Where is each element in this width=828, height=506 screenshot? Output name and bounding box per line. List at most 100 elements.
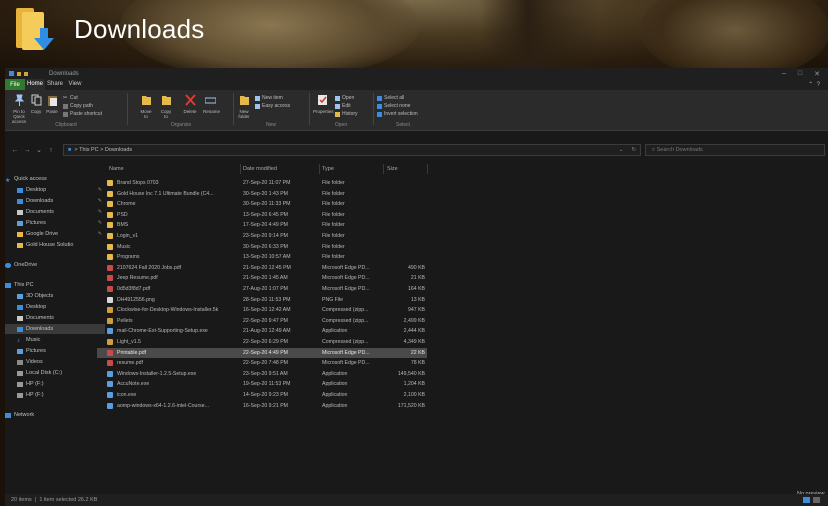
nav-pictures-pc[interactable]: Pictures <box>5 346 105 356</box>
file-row[interactable]: Gold House Inc 7.1 Ultimate Bundle (C4..… <box>97 189 427 199</box>
file-row[interactable]: 0d5d3f8d7.pdf 27-Aug-20 1:07 PM Microsoft … <box>97 284 427 294</box>
file-row[interactable]: Pellets 22-Sep-20 9:47 PM Compressed (zipp… <box>97 316 427 326</box>
file-row[interactable]: Brand Stops 0703 27-Sep-20 11:07 PM File f… <box>97 178 427 188</box>
nav-downloads-pc[interactable]: Downloads <box>5 324 105 334</box>
quick-toolbar-save-icon[interactable] <box>24 71 28 76</box>
maximize-icon[interactable]: □ <box>798 70 802 78</box>
column-header-name[interactable]: Name <box>109 166 124 172</box>
column-separator[interactable] <box>383 164 384 174</box>
nav-network[interactable]: Network <box>5 410 93 420</box>
recent-locations-icon[interactable]: ⌄ <box>33 146 45 154</box>
file-row[interactable]: Music 30-Sep-20 6:33 PM File folder <box>97 242 427 252</box>
select-all-button[interactable]: Select all <box>377 95 404 101</box>
nav-google-drive[interactable]: Google Drive ✎ <box>5 229 105 239</box>
nav-documents-pc[interactable]: Documents <box>5 313 105 323</box>
nav-onedrive[interactable]: OneDrive <box>5 260 93 270</box>
open-button[interactable]: Open <box>335 95 354 101</box>
column-header-size[interactable]: Size <box>387 166 398 172</box>
properties-button[interactable]: Properties <box>313 94 334 114</box>
title-bar[interactable]: Downloads – □ ✕ <box>5 68 828 79</box>
nav-documents[interactable]: Documents ✎ <box>5 207 105 217</box>
column-separator[interactable] <box>319 164 320 174</box>
new-folder-button[interactable]: New folder <box>237 94 251 119</box>
new-item-button[interactable]: New item <box>255 95 283 101</box>
close-icon[interactable]: ✕ <box>814 70 820 78</box>
refresh-icon[interactable]: ↻ <box>631 147 636 153</box>
nav-downloads[interactable]: Downloads ✎ <box>5 196 105 206</box>
file-type: File folder <box>322 211 345 218</box>
cut-button[interactable]: ✂ Cut <box>63 95 78 101</box>
nav-desktop[interactable]: Desktop ✎ <box>5 185 105 195</box>
nav-3d-objects[interactable]: 3D Objects <box>5 291 105 301</box>
easy-access-button[interactable]: Easy access <box>255 103 290 109</box>
file-row[interactable]: mail-Chrome-Ext-Supporting-Setup.exe 21-A… <box>97 326 427 336</box>
copy-path-button[interactable]: Copy path <box>63 103 93 109</box>
help-icon[interactable]: ? <box>817 82 820 88</box>
nav-hp-drive[interactable]: HP (F:) <box>5 379 105 389</box>
large-icons-view-icon[interactable] <box>813 497 820 503</box>
rename-button[interactable]: Rename <box>203 94 220 114</box>
quick-toolbar-folder-icon[interactable] <box>17 71 21 76</box>
breadcrumb-downloads[interactable]: Downloads <box>105 147 132 153</box>
copy-to-button[interactable]: Copy to <box>159 94 173 119</box>
invert-selection-button[interactable]: Invert selection <box>377 111 418 117</box>
tab-share[interactable]: Share <box>45 79 65 90</box>
nav-quick-access[interactable]: ★ Quick access <box>5 174 93 184</box>
column-header-type[interactable]: Type <box>322 166 334 172</box>
paste-button[interactable]: Paste <box>45 94 59 114</box>
desktop-folder-label[interactable]: Downloads <box>74 14 204 45</box>
address-dropdown-icon[interactable]: ⌄ <box>619 147 624 153</box>
ribbon-collapse-icon[interactable]: ⌃ <box>808 82 813 88</box>
search-input[interactable]: ⌕ Search Downloads <box>645 144 825 156</box>
nav-gold-house[interactable]: Gold House Solutio <box>5 240 105 250</box>
file-row[interactable]: Jeep Resume.pdf 21-Sep-20 1:45 AM Microsof… <box>97 273 427 283</box>
select-none-button[interactable]: Select none <box>377 103 410 109</box>
file-row[interactable]: resume.pdf 22-Sep-20 7:48 PM Microsoft Edg… <box>97 358 427 368</box>
up-arrow-icon[interactable]: ↑ <box>45 147 57 154</box>
downloads-folder-icon[interactable] <box>16 8 56 52</box>
nav-hp-drive-2[interactable]: HP (F:) <box>5 390 105 400</box>
file-row[interactable]: icon.exe 14-Sep-20 9:23 PM Application 2,10… <box>97 390 427 400</box>
file-row[interactable]: Clockwise-for-Desktop-Windows-Installer.… <box>97 305 427 315</box>
nav-this-pc[interactable]: This PC <box>5 280 93 290</box>
file-row[interactable]: DH4912556.png 28-Sep-20 11:53 PM PNG File 1… <box>97 295 427 305</box>
move-to-button[interactable]: Move to <box>139 94 153 119</box>
nav-pictures[interactable]: Pictures ✎ <box>5 218 105 228</box>
nav-videos[interactable]: Videos <box>5 357 105 367</box>
file-row[interactable]: Windows-Installer-1.2.5-Setup.exe 23-Sep-… <box>97 369 427 379</box>
column-separator[interactable] <box>427 164 428 174</box>
file-row[interactable]: BMS 17-Sep-20 4:49 PM File folder <box>97 220 427 230</box>
file-row[interactable]: PSD 13-Sep-20 6:45 PM File folder <box>97 210 427 220</box>
nav-local-disk[interactable]: Local Disk (C:) <box>5 368 105 378</box>
file-row[interactable]: Chrome 30-Sep-20 11:33 PM File folder <box>97 199 427 209</box>
address-bar[interactable]: ■ > This PC > Downloads ⌄ ↻ <box>63 144 641 156</box>
pin-quick-access-button[interactable]: Pin to Quick access <box>11 94 27 124</box>
column-separator[interactable] <box>240 164 241 174</box>
file-row[interactable]: Printable.pdf 22-Sep-20 4:49 PM Microsoft … <box>97 347 427 358</box>
tab-home[interactable]: Home <box>25 79 45 90</box>
details-view-icon[interactable] <box>803 497 810 503</box>
copy-button[interactable]: Copy <box>29 94 43 114</box>
file-row[interactable]: Light_v1.5 22-Sep-20 6:29 PM Compressed (z… <box>97 337 427 347</box>
file-row[interactable]: aomp-windows-x64-1.2.6-intel-Course... 16… <box>97 401 427 411</box>
nav-music[interactable]: ♪ Music <box>5 335 105 345</box>
nav-label: Music <box>26 337 41 343</box>
nav-desktop-pc[interactable]: Desktop <box>5 302 105 312</box>
breadcrumb-this-pc[interactable]: This PC <box>79 147 99 153</box>
minimize-icon[interactable]: – <box>782 70 786 78</box>
delete-button[interactable]: Delete <box>183 94 197 114</box>
tab-view[interactable]: View <box>65 79 85 90</box>
file-row[interactable]: AccuNote.exe 19-Sep-20 11:53 PM Applicatio… <box>97 379 427 389</box>
back-arrow-icon[interactable]: ← <box>9 147 21 154</box>
file-date: 22-Sep-20 7:48 PM <box>243 360 288 367</box>
file-row[interactable]: Login_v1 23-Sep-20 9:14 PM File folder <box>97 231 427 241</box>
history-button[interactable]: History <box>335 111 358 117</box>
edit-button[interactable]: Edit <box>335 103 351 109</box>
open-label: Open <box>342 95 355 101</box>
file-row[interactable]: Programs 13-Sep-20 10:57 AM File folder <box>97 252 427 262</box>
file-row[interactable]: 2107624 Fall 2020 Jobs.pdf 21-Sep-20 12:4… <box>97 263 427 273</box>
tab-file[interactable]: File <box>5 79 25 90</box>
column-header-date[interactable]: Date modified <box>243 166 277 172</box>
paste-shortcut-button[interactable]: Paste shortcut <box>63 111 102 117</box>
forward-arrow-icon[interactable]: → <box>21 147 33 154</box>
